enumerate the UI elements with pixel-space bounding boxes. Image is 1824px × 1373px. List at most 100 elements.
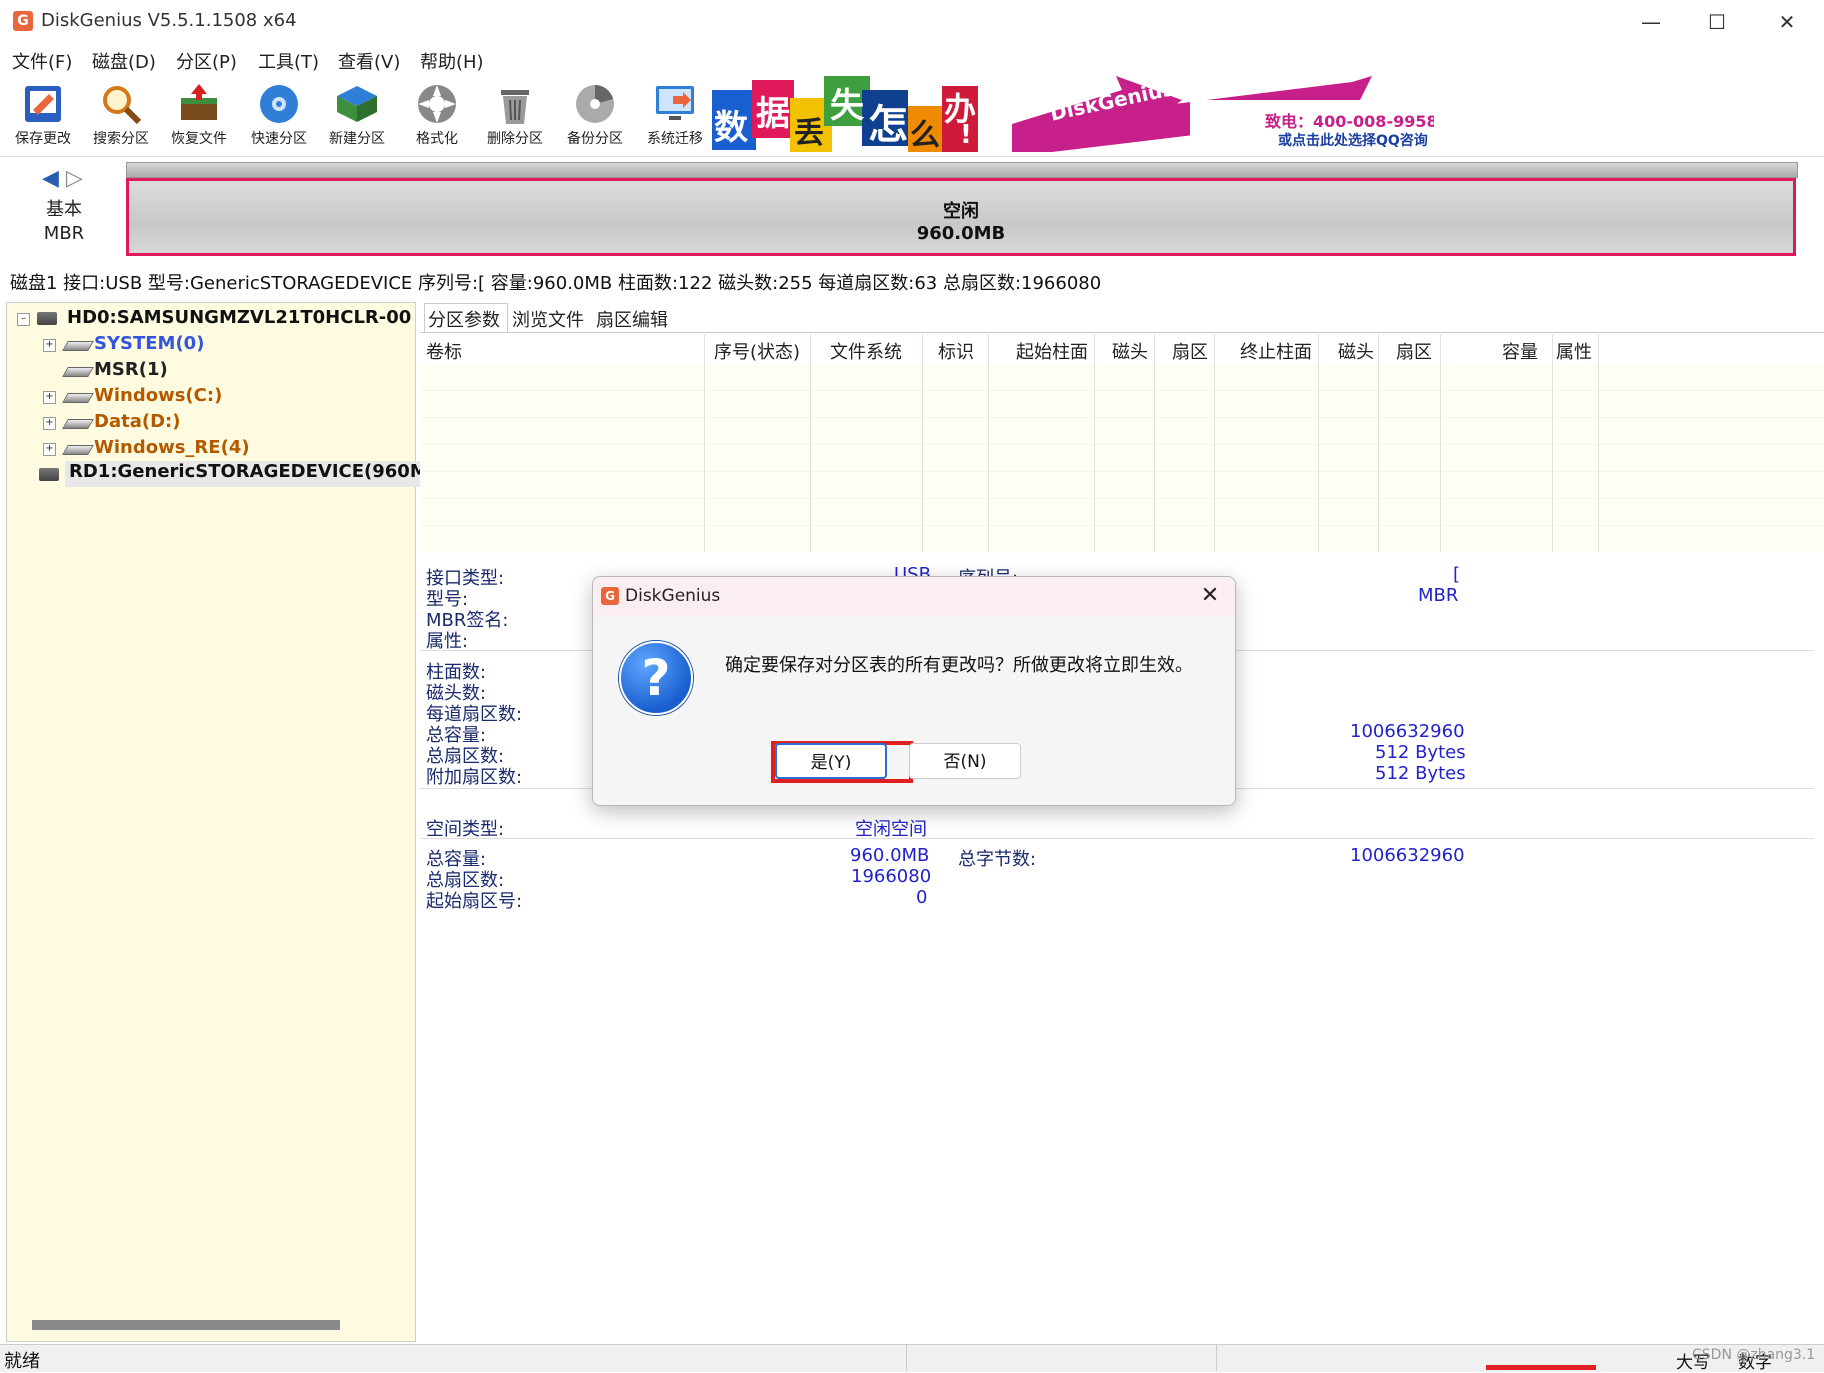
partition-icon [62, 419, 94, 429]
delete-partition-button[interactable]: 删除分区 [478, 78, 552, 154]
expand-data-icon[interactable]: + [43, 417, 56, 430]
physical-sector-value: 512 Bytes [1375, 763, 1466, 784]
maximize-icon[interactable]: ☐ [1682, 0, 1752, 44]
partition-table-body[interactable] [420, 364, 1824, 552]
banner-char-1: 数 [714, 108, 748, 148]
format-button[interactable]: 格式化 [400, 78, 474, 154]
new-partition-button[interactable]: 新建分区 [320, 78, 394, 154]
grid-line [1378, 334, 1379, 552]
grid-line [1440, 334, 1441, 552]
removable-disk-icon [39, 468, 59, 481]
partition-icon [62, 341, 94, 351]
disk-info-line: 磁盘1 接口:USB 型号:GenericSTORAGEDEVICE 序列号:[… [10, 273, 1102, 294]
delete-partition-icon [493, 82, 537, 126]
sector-size-value: 512 Bytes [1375, 742, 1466, 763]
quick-partition-button[interactable]: 快速分区 [242, 78, 316, 154]
menu-file[interactable]: 文件(F) [12, 48, 72, 74]
partition-icon [62, 445, 94, 455]
tab-partition-params[interactable]: 分区参数 [428, 306, 500, 332]
menu-bar: 文件(F) 磁盘(D) 分区(P) 工具(T) 查看(V) 帮助(H) [0, 44, 1824, 76]
save-icon [21, 82, 65, 126]
backup-partition-icon [573, 82, 617, 126]
tree-item-rd1[interactable]: RD1:GenericSTORAGEDEVICE(960MB) [65, 461, 454, 487]
total-bytes-disk-value: 1006632960 [1350, 721, 1465, 742]
col-start-head[interactable]: 磁头 [1112, 338, 1148, 364]
col-index-status[interactable]: 序号(状态) [714, 338, 800, 364]
expand-windows-icon[interactable]: + [43, 391, 56, 404]
menu-tools[interactable]: 工具(T) [258, 48, 319, 74]
col-attribute[interactable]: 属性 [1556, 338, 1592, 364]
col-filesystem[interactable]: 文件系统 [830, 338, 902, 364]
quick-partition-icon [257, 82, 301, 126]
dialog-message: 确定要保存对分区表的所有更改吗？所做更改将立即生效。 [725, 655, 1193, 676]
prev-disk-icon[interactable]: ◀ [42, 166, 59, 191]
grid-line [988, 334, 989, 552]
system-migration-button[interactable]: 系统迁移 [638, 78, 712, 154]
free-capacity-value: 960.0MB [850, 845, 930, 866]
minimize-icon[interactable]: — [1616, 0, 1686, 44]
props-separator [420, 838, 1814, 839]
yes-button[interactable]: 是(Y) [775, 743, 887, 779]
status-divider [1216, 1345, 1217, 1371]
col-volume-label[interactable]: 卷标 [426, 338, 462, 364]
partition-table-header: 卷标 序号(状态) 文件系统 标识 起始柱面 磁头 扇区 终止柱面 磁头 扇区 … [420, 334, 1824, 364]
tree-horizontal-scrollbar[interactable] [32, 1320, 340, 1330]
recover-file-button[interactable]: 恢复文件 [162, 78, 236, 154]
total-bytes-value: 1006632960 [1350, 845, 1465, 866]
promo-banner[interactable]: 数 据 丢 失 怎 么 办 ! DiskGenius 团队为您服务 致电：400… [712, 76, 1434, 152]
grid-line [1598, 334, 1599, 552]
menu-view[interactable]: 查看(V) [338, 48, 400, 74]
save-changes-button[interactable]: 保存更改 [6, 78, 80, 154]
col-end-cylinder[interactable]: 终止柱面 [1240, 338, 1312, 364]
col-start-sector[interactable]: 扇区 [1172, 338, 1208, 364]
new-partition-icon [335, 82, 379, 126]
banner-char-3: 丢 [794, 116, 824, 151]
window-title: DiskGenius V5.5.1.1508 x64 [41, 10, 297, 31]
banner-char-6: 么 [910, 118, 940, 152]
tree-item-windows-re[interactable]: Windows_RE(4) [94, 437, 250, 463]
col-capacity[interactable]: 容量 [1502, 338, 1538, 364]
tree-item-hd0[interactable]: HD0:SAMSUNGMZVL21T0HCLR-00B0( [67, 307, 412, 333]
tree-item-system[interactable]: SYSTEM(0) [94, 333, 204, 359]
collapse-hd0-icon[interactable]: – [17, 313, 30, 326]
search-partition-icon [99, 82, 143, 126]
col-start-cylinder[interactable]: 起始柱面 [1016, 338, 1088, 364]
expand-windows-re-icon[interactable]: + [43, 443, 56, 456]
tree-item-windows[interactable]: Windows(C:) [94, 385, 222, 411]
disk-tree: – HD0:SAMSUNGMZVL21T0HCLR-00B0( + SYSTEM… [6, 302, 454, 1342]
col-end-head[interactable]: 磁头 [1338, 338, 1374, 364]
tab-sector-edit[interactable]: 扇区编辑 [596, 306, 668, 332]
grid-line [704, 334, 705, 552]
col-end-sector[interactable]: 扇区 [1396, 338, 1432, 364]
no-button[interactable]: 否(N) [909, 743, 1021, 779]
hard-disk-icon [37, 312, 57, 325]
dialog-close-icon[interactable]: ✕ [1193, 581, 1227, 611]
close-icon[interactable]: ✕ [1752, 0, 1822, 44]
watermark-text: CSDN @zhang3.1 [1692, 1347, 1816, 1363]
recover-file-icon [177, 82, 221, 126]
backup-partition-button[interactable]: 备份分区 [558, 78, 632, 154]
expand-system-icon[interactable]: + [43, 339, 56, 352]
menu-partition[interactable]: 分区(P) [176, 48, 237, 74]
dialog-title-bar: G DiskGenius ✕ [593, 577, 1235, 617]
menu-help[interactable]: 帮助(H) [420, 48, 484, 74]
system-migration-icon [653, 82, 697, 126]
disk-capacity-bar [126, 162, 1798, 178]
tree-item-data[interactable]: Data(D:) [94, 411, 180, 437]
confirm-dialog: G DiskGenius ✕ ? 确定要保存对分区表的所有更改吗？所做更改将立即… [592, 576, 1236, 806]
extra-sectors-label: 附加扇区数: [426, 767, 523, 788]
start-sector-label: 起始扇区号: [426, 891, 523, 912]
partition-icon [62, 393, 94, 403]
serial-value: [ [1453, 564, 1461, 585]
grid-line [1154, 334, 1155, 552]
free-space-block[interactable]: 空闲 960.0MB [126, 178, 1796, 256]
banner-char-8: ! [960, 120, 972, 150]
col-id[interactable]: 标识 [938, 338, 974, 364]
tab-browse-files[interactable]: 浏览文件 [512, 306, 584, 332]
dialog-title: DiskGenius [625, 586, 721, 606]
menu-disk[interactable]: 磁盘(D) [92, 48, 156, 74]
next-disk-icon[interactable]: ▷ [66, 166, 83, 191]
tree-item-msr[interactable]: MSR(1) [94, 359, 168, 385]
search-partition-button[interactable]: 搜索分区 [84, 78, 158, 154]
grid-line [810, 334, 811, 552]
